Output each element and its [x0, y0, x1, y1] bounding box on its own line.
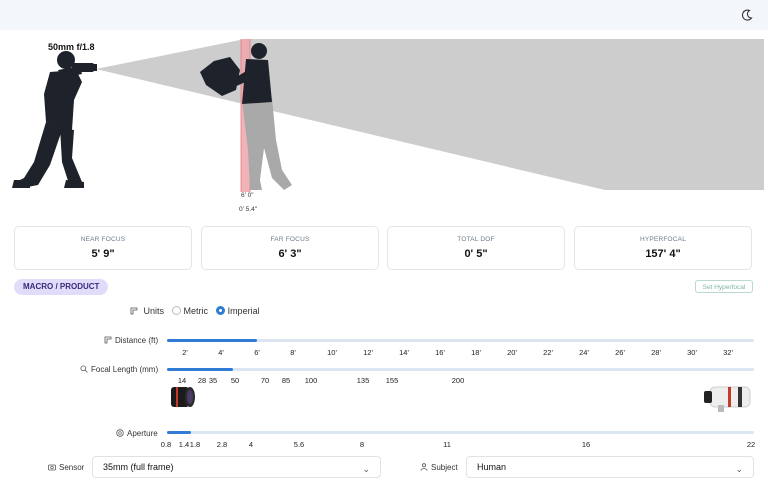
distance-tick: 16' [435, 348, 445, 357]
sensor-value: 35mm (full frame) [103, 462, 174, 472]
distance-label: Distance (ft) [115, 336, 159, 345]
aperture-tick: 2.8 [216, 440, 228, 449]
units-control: Units Metric Imperial [130, 306, 260, 320]
stat-label: NEAR FOCUS [80, 236, 126, 243]
distance-tick: 4' [218, 348, 224, 357]
set-hyperfocal-button[interactable]: Set Hyperfocal [695, 280, 753, 293]
focal-length-tick: 35 [208, 376, 218, 385]
focal-length-tick: 100 [304, 376, 318, 385]
aperture-tick: 8 [359, 440, 365, 449]
subject-label-row: Subject [420, 463, 458, 472]
dof-scene: 50mm f/1.8 6' 0" 0' 5.4" [0, 30, 768, 220]
dof-illustration [12, 39, 764, 192]
sensor-label: Sensor [59, 463, 85, 472]
stat-label: HYPERFOCAL [639, 236, 687, 243]
focal-length-label-row: Focal Length (mm) [80, 365, 158, 374]
ruler-icon [104, 336, 112, 344]
dof-stats: NEAR FOCUS 5' 9" FAR FOCUS 6' 3" TOTAL D… [14, 226, 754, 270]
subject-select[interactable]: Human ⌄ [466, 456, 754, 478]
metric-radio[interactable] [171, 306, 181, 315]
focal-length-tick: 155 [385, 376, 399, 385]
focal-length-tick: 200 [451, 376, 465, 385]
distance-tick: 30' [687, 348, 697, 357]
focal-length-tick: 70 [260, 376, 270, 385]
aperture-icon [116, 429, 124, 437]
distance-tick: 2' [182, 348, 188, 357]
dof-width-label: 0' 5.4" [239, 206, 258, 213]
focus-distance-label: 6' 0" [241, 192, 254, 199]
subject-value: Human [477, 462, 507, 472]
stat-value: 0' 5" [464, 248, 488, 260]
distance-tick: 28' [651, 348, 661, 357]
top-bar [0, 0, 768, 30]
far-focus-card: FAR FOCUS 6' 3" [201, 226, 379, 270]
person-icon [420, 463, 428, 471]
total-dof-card: TOTAL DOF 0' 5" [387, 226, 565, 270]
aperture-tick: 16 [581, 440, 591, 449]
photographer-silhouette [12, 51, 97, 188]
focal-length-label: Focal Length (mm) [91, 365, 159, 374]
wide-lens-image [171, 387, 195, 407]
chevron-down-icon: ⌄ [362, 464, 370, 474]
metric-label[interactable]: Metric [184, 306, 209, 316]
aperture-tick: 5.6 [293, 440, 305, 449]
aperture-slider[interactable] [167, 431, 754, 434]
aperture-label-row: Aperture [116, 429, 158, 438]
aperture-tick: 1.8 [189, 440, 201, 449]
distance-tick: 14' [399, 348, 409, 357]
distance-tick: 22' [543, 348, 553, 357]
distance-tick: 8' [290, 348, 296, 357]
aperture-label: Aperture [127, 429, 158, 438]
sensor-select[interactable]: 35mm (full frame) ⌄ [92, 456, 381, 478]
focal-length-tick: 28 [197, 376, 207, 385]
stat-value: 5' 9" [91, 248, 115, 260]
distance-tick: 12' [363, 348, 373, 357]
stat-value: 157' 4" [645, 248, 681, 260]
aperture-tick: 4 [248, 440, 254, 449]
telephoto-lens-image [704, 386, 751, 412]
ruler-icon [130, 307, 138, 315]
camera-icon [48, 464, 56, 471]
focal-length-slider[interactable] [167, 368, 754, 371]
distance-slider-fill [167, 339, 257, 342]
distance-tick: 20' [507, 348, 517, 357]
focal-length-tick: 50 [230, 376, 240, 385]
distance-tick: 26' [615, 348, 625, 357]
distance-tick: 18' [471, 348, 481, 357]
mode-badge[interactable]: MACRO / PRODUCT [14, 279, 109, 295]
subject-label: Subject [431, 463, 458, 472]
imperial-radio[interactable] [215, 306, 225, 315]
units-label: Units [143, 306, 165, 316]
moon-icon[interactable] [740, 8, 754, 22]
aperture-tick: 22 [746, 440, 756, 449]
sensor-label-row: Sensor [48, 463, 84, 472]
focal-length-slider-fill [167, 368, 233, 371]
field-of-view-cone [96, 39, 764, 190]
lens-label: 50mm f/1.8 [48, 42, 95, 52]
near-focus-card: NEAR FOCUS 5' 9" [14, 226, 192, 270]
distance-tick: 24' [579, 348, 589, 357]
aperture-tick: 0.8 [160, 440, 172, 449]
chevron-down-icon: ⌄ [735, 464, 743, 474]
imperial-label[interactable]: Imperial [228, 306, 260, 316]
distance-slider[interactable] [167, 339, 754, 342]
stat-value: 6' 3" [278, 248, 302, 260]
distance-label-row: Distance (ft) [104, 336, 158, 345]
focal-length-tick: 85 [281, 376, 291, 385]
aperture-tick: 11 [443, 440, 451, 449]
stat-label: TOTAL DOF [457, 236, 495, 243]
distance-tick: 32' [723, 348, 733, 357]
distance-tick: 6' [254, 348, 260, 357]
distance-tick: 10' [327, 348, 337, 357]
hyperfocal-card: HYPERFOCAL 157' 4" [574, 226, 752, 270]
zoom-icon [80, 365, 88, 373]
aperture-tick: 1.4 [178, 440, 190, 449]
stat-label: FAR FOCUS [270, 236, 310, 243]
aperture-slider-fill [167, 431, 191, 434]
focal-length-tick: 135 [356, 376, 370, 385]
